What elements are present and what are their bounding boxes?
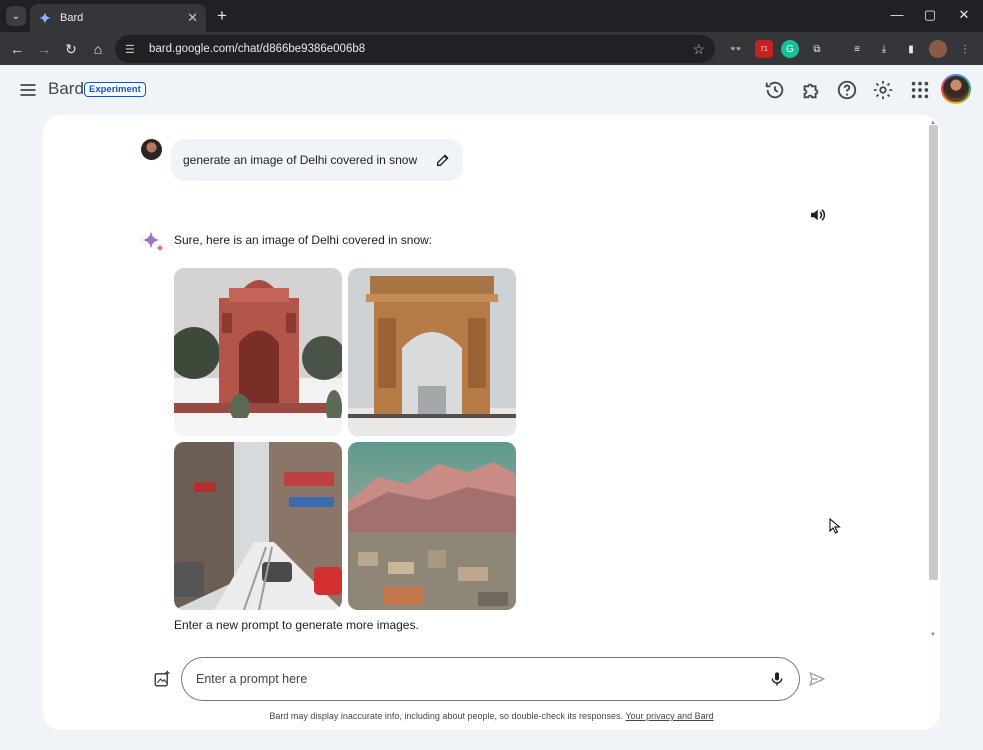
home-icon[interactable]: ⌂ bbox=[87, 38, 109, 60]
user-avatar bbox=[141, 139, 162, 160]
browser-tab-strip: ⌄ Bard ✕ + — ▢ ✕ bbox=[0, 0, 983, 32]
extension-glasses-icon[interactable]: 👓 bbox=[727, 40, 745, 58]
bookmark-star-icon[interactable]: ☆ bbox=[692, 41, 705, 58]
scroll-down-arrow[interactable]: ▼ bbox=[930, 632, 936, 638]
minimize-icon[interactable]: — bbox=[882, 4, 912, 26]
window-close-icon[interactable]: ✕ bbox=[949, 4, 979, 26]
extension-badge-icon[interactable]: 71 bbox=[755, 40, 773, 58]
url-text: bard.google.com/chat/d866be9386e006b8 bbox=[149, 43, 366, 55]
help-icon[interactable] bbox=[836, 79, 858, 101]
bard-sparkle-icon bbox=[142, 231, 164, 252]
generated-image-snowy-street[interactable] bbox=[174, 442, 342, 610]
app-header: Bard Experiment bbox=[0, 65, 983, 115]
browser-tab[interactable]: Bard ✕ bbox=[30, 4, 206, 32]
tab-search-chevron-icon[interactable]: ⌄ bbox=[6, 6, 26, 26]
account-avatar[interactable] bbox=[941, 74, 971, 104]
settings-gear-icon[interactable] bbox=[872, 79, 894, 101]
disclaimer: Bard may display inaccurate info, includ… bbox=[0, 711, 983, 721]
upload-image-icon[interactable] bbox=[153, 670, 171, 688]
reply-intro-text: Sure, here is an image of Delhi covered … bbox=[174, 233, 433, 247]
app-brand: Bard bbox=[48, 79, 84, 98]
user-prompt-text: generate an image of Delhi covered in sn… bbox=[183, 153, 418, 167]
edit-pencil-icon[interactable] bbox=[435, 152, 451, 168]
media-control-icon[interactable]: ≡ bbox=[848, 40, 866, 58]
main-menu-icon[interactable] bbox=[18, 80, 38, 100]
side-panel-icon[interactable]: ▮ bbox=[902, 40, 920, 58]
prompt-input[interactable] bbox=[196, 672, 769, 686]
generated-image-monument[interactable] bbox=[174, 268, 342, 436]
new-tab-button[interactable]: + bbox=[212, 6, 232, 26]
scrollbar-thumb[interactable] bbox=[929, 125, 938, 580]
download-icon[interactable]: ⤓ bbox=[875, 40, 893, 58]
prompt-input-container bbox=[181, 657, 800, 701]
back-icon[interactable]: ← bbox=[6, 38, 28, 60]
speaker-icon[interactable] bbox=[808, 206, 826, 224]
privacy-link[interactable]: Your privacy and Bard bbox=[625, 711, 713, 721]
user-prompt-bubble: generate an image of Delhi covered in sn… bbox=[171, 139, 463, 181]
address-bar[interactable]: ☰ bard.google.com/chat/d866be9386e006b8 … bbox=[115, 35, 715, 63]
tab-title: Bard bbox=[60, 12, 84, 24]
maximize-icon[interactable]: ▢ bbox=[915, 4, 945, 26]
experiment-badge: Experiment bbox=[84, 82, 146, 97]
apps-grid-icon[interactable] bbox=[909, 79, 931, 101]
send-icon[interactable] bbox=[808, 670, 826, 688]
grammarly-icon[interactable]: G bbox=[781, 40, 799, 58]
extensions-puzzle-icon[interactable]: ⧉ bbox=[808, 40, 826, 58]
browser-menu-icon[interactable]: ⋮ bbox=[956, 40, 974, 58]
generated-image-india-gate[interactable] bbox=[348, 268, 516, 436]
forward-icon[interactable]: → bbox=[33, 38, 55, 60]
extensions-icon[interactable] bbox=[800, 79, 822, 101]
bard-favicon-icon bbox=[39, 12, 51, 24]
site-info-icon[interactable]: ☰ bbox=[125, 43, 141, 56]
generated-image-mountain-city[interactable] bbox=[348, 442, 516, 610]
extension-badge-count: 71 bbox=[760, 45, 768, 53]
reload-icon[interactable]: ↻ bbox=[60, 38, 82, 60]
browser-profile-avatar[interactable] bbox=[929, 40, 947, 58]
microphone-icon[interactable] bbox=[769, 670, 785, 688]
reply-footer-text: Enter a new prompt to generate more imag… bbox=[174, 618, 419, 632]
history-icon[interactable] bbox=[764, 79, 786, 101]
browser-toolbar: ← → ↻ ⌂ ☰ bard.google.com/chat/d866be938… bbox=[0, 32, 983, 65]
mouse-cursor-icon bbox=[829, 518, 841, 534]
bard-page: Bard Experiment ▲ ▼ generate an image of… bbox=[0, 65, 983, 750]
tab-close-icon[interactable]: ✕ bbox=[187, 10, 198, 26]
disclaimer-text: Bard may display inaccurate info, includ… bbox=[269, 711, 624, 721]
